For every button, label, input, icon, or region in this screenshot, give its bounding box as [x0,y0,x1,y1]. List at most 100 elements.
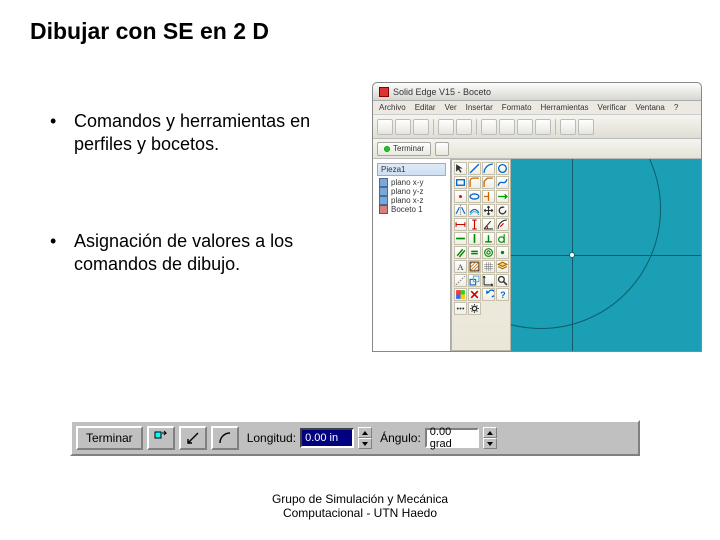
tool-color-icon[interactable] [454,288,467,301]
tool-constrain-parallel-icon[interactable] [454,246,467,259]
menu-item[interactable]: Ver [445,103,457,112]
toolbar-button[interactable] [481,119,497,135]
tool-point-icon[interactable] [454,190,467,203]
tool-axis-icon[interactable] [482,274,495,287]
tool-dim-radius-icon[interactable] [496,218,509,231]
tool-constrain-h-icon[interactable] [454,232,467,245]
tool-rect-icon[interactable] [454,176,467,189]
tool-ellipse-icon[interactable] [468,190,481,203]
tool-select-icon[interactable] [454,162,467,175]
tool-offset-icon[interactable] [468,204,481,217]
slide-title: Dibujar con SE en 2 D [30,18,269,45]
plane-icon [379,196,388,205]
menu-item[interactable]: Formato [502,103,532,112]
tree-root[interactable]: Pieza1 [377,163,446,176]
tool-grid-icon[interactable] [482,260,495,273]
tool-circle-icon[interactable] [496,162,509,175]
toolbar-button[interactable] [560,119,576,135]
spin-down-icon[interactable] [358,438,372,449]
bullet-item: Comandos y herramientas en perfiles y bo… [48,110,348,155]
tool-constrain-concentric-icon[interactable] [482,246,495,259]
angulo-spinner[interactable] [483,427,497,449]
menu-item[interactable]: Insertar [466,103,493,112]
tool-rotate-icon[interactable] [496,204,509,217]
spin-up-icon[interactable] [358,427,372,438]
menu-item[interactable]: Herramientas [541,103,589,112]
tree-label: plano x-z [391,196,423,205]
arc-mode-button[interactable] [211,426,239,450]
tool-dim-vertical-icon[interactable] [468,218,481,231]
tool-extend-icon[interactable] [496,190,509,203]
window-title: Solid Edge V15 - Boceto [393,87,491,97]
toolbar-button[interactable] [413,119,429,135]
tool-delete-icon[interactable] [468,288,481,301]
tool-fillet-icon[interactable] [468,176,481,189]
solidedge-window: Solid Edge V15 - Boceto Archivo Editar V… [372,82,702,352]
tool-constrain-coincident-icon[interactable] [496,246,509,259]
bullet-item: Asignación de valores a los comandos de … [48,230,348,275]
tree-node[interactable]: plano x-y [377,178,446,187]
tool-more-icon[interactable] [454,302,467,315]
toolbar-button[interactable] [438,119,454,135]
tool-chamfer-icon[interactable] [482,176,495,189]
menu-item[interactable]: Editar [415,103,436,112]
tree-node[interactable]: plano x-z [377,196,446,205]
tool-hatch-icon[interactable] [468,260,481,273]
drawing-canvas[interactable]: Pieza1: Boceto [511,159,701,351]
menu-item[interactable]: Verificar [598,103,627,112]
tool-construction-icon[interactable] [454,274,467,287]
tool-constrain-tangent-icon[interactable] [496,232,509,245]
toolbar-button[interactable] [499,119,515,135]
longitud-label: Longitud: [247,431,296,445]
toolbar-button[interactable] [535,119,551,135]
angulo-input[interactable]: 0.00 grad [425,428,479,448]
tree-node[interactable]: plano y-z [377,187,446,196]
tool-line-icon[interactable] [468,162,481,175]
tool-zoom-icon[interactable] [496,274,509,287]
ribbon-button[interactable] [435,142,449,156]
tool-dim-angle-icon[interactable] [482,218,495,231]
tool-arc-icon[interactable] [482,162,495,175]
tool-constrain-perp-icon[interactable] [482,232,495,245]
button-label: Terminar [86,431,133,445]
tool-text-icon[interactable]: A [454,260,467,273]
tool-layers-icon[interactable] [496,260,509,273]
tool-move-icon[interactable] [482,204,495,217]
ribbon-bar: Terminar [373,139,701,159]
menu-item[interactable]: ? [674,103,678,112]
tool-spline-icon[interactable] [496,176,509,189]
spin-up-icon[interactable] [483,427,497,438]
separator [433,119,434,135]
toolbar-button[interactable] [377,119,393,135]
plane-icon [379,187,388,196]
toolbar-button[interactable] [517,119,533,135]
terminar-button[interactable]: Terminar [76,426,143,450]
svg-text:A: A [457,262,464,272]
tool-constrain-v-icon[interactable] [468,232,481,245]
tool-mirror-icon[interactable] [454,204,467,217]
longitud-spinner[interactable] [358,427,372,449]
options-button[interactable] [147,426,175,450]
tool-undo-icon[interactable] [482,288,495,301]
tool-project-icon[interactable] [468,274,481,287]
tool-help-icon[interactable]: ? [496,288,509,301]
tool-settings-icon[interactable] [468,302,481,315]
tree-node[interactable]: Boceto 1 [377,205,446,214]
main-toolbar [373,115,701,139]
svg-text:?: ? [500,290,505,300]
menu-item[interactable]: Archivo [379,103,406,112]
terminar-button[interactable]: Terminar [377,142,431,156]
menu-item[interactable]: Ventana [635,103,664,112]
separator [555,119,556,135]
line-mode-button[interactable] [179,426,207,450]
spin-down-icon[interactable] [483,438,497,449]
tool-constrain-equal-icon[interactable] [468,246,481,259]
tool-dim-horizontal-icon[interactable] [454,218,467,231]
toolbar-button[interactable] [395,119,411,135]
toolbar-button[interactable] [456,119,472,135]
plane-icon [379,178,388,187]
tool-trim-icon[interactable] [482,190,495,203]
footer-line: Computacional - UTN Haedo [0,506,720,520]
longitud-input[interactable]: 0.00 in [300,428,354,448]
toolbar-button[interactable] [578,119,594,135]
